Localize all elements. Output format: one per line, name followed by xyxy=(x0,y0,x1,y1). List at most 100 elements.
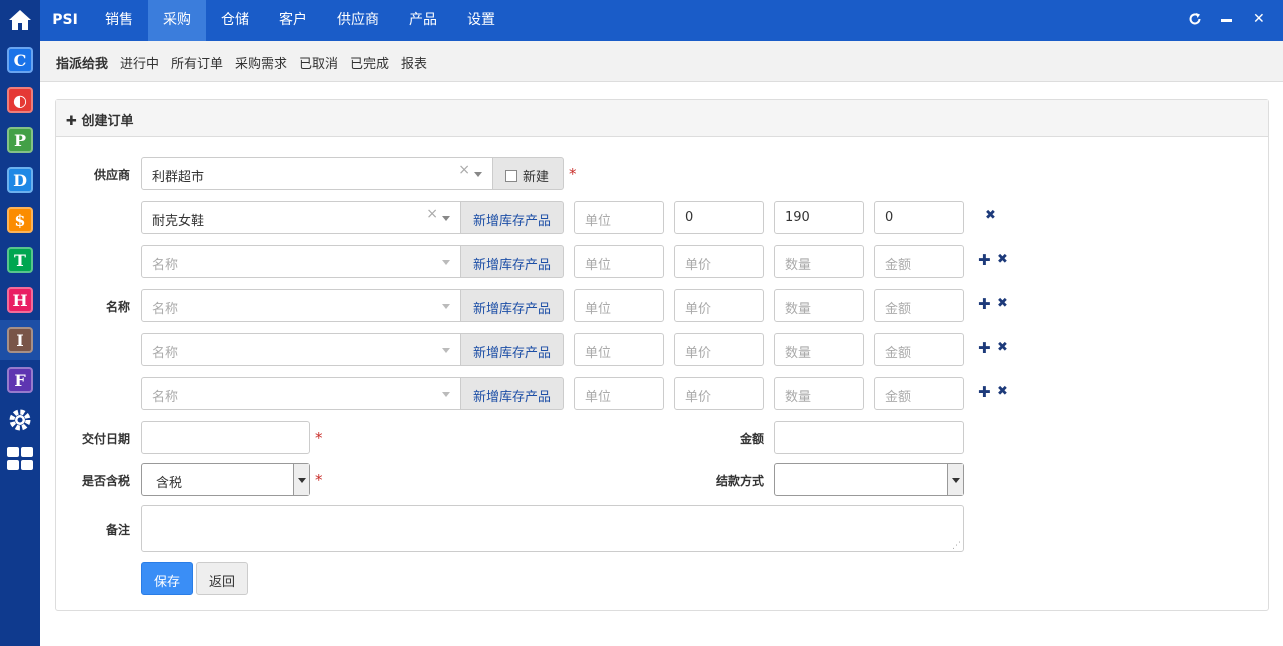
unit-input[interactable]: 单位 xyxy=(574,245,664,278)
product-select[interactable]: 耐克女鞋 × xyxy=(141,201,461,234)
close-icon[interactable]: ✕ xyxy=(1253,11,1265,27)
amount-cell-input[interactable]: 0 xyxy=(874,201,964,234)
payment-select[interactable] xyxy=(774,463,964,496)
product-select[interactable]: 名称 xyxy=(141,333,461,366)
new-supplier-toggle[interactable]: 新建 xyxy=(492,157,564,190)
product-select[interactable]: 名称 xyxy=(141,245,461,278)
refresh-icon[interactable] xyxy=(1188,12,1202,30)
product-select-text: 耐克女鞋 xyxy=(152,214,205,229)
app-icon-7[interactable]: H xyxy=(7,287,33,313)
app-icon-4[interactable]: D xyxy=(7,167,33,193)
remove-row-icon[interactable]: ✖ xyxy=(997,296,1008,311)
new-label: 新建 xyxy=(523,170,550,185)
nav-purchase[interactable]: 采购 xyxy=(148,0,206,41)
subnav-completed[interactable]: 已完成 xyxy=(350,53,389,72)
price-input-text: 0 xyxy=(685,210,694,225)
unit-input[interactable]: 单位 xyxy=(574,289,664,322)
chevron-down-icon[interactable] xyxy=(293,464,309,495)
tax-select[interactable]: 含税 xyxy=(141,463,310,496)
add-stock-product-button[interactable]: 新增库存产品 xyxy=(460,333,564,366)
add-stock-product-button[interactable]: 新增库存产品 xyxy=(460,377,564,410)
app-icon-1[interactable]: C xyxy=(7,47,33,73)
nav-supplier[interactable]: 供应商 xyxy=(322,0,394,41)
add-row-icon[interactable]: ✚ xyxy=(978,383,991,401)
price-input[interactable]: 单价 xyxy=(674,245,764,278)
subnav-in-progress[interactable]: 进行中 xyxy=(120,53,159,72)
amount-cell-input[interactable]: 金额 xyxy=(874,333,964,366)
gear-icon[interactable] xyxy=(7,407,33,437)
qty-input[interactable]: 190 xyxy=(774,201,864,234)
app-icon-2[interactable]: ◐ xyxy=(7,87,33,113)
delivery-date-input[interactable] xyxy=(141,421,310,454)
add-row-icon[interactable]: ✚ xyxy=(978,251,991,269)
add-stock-product-button[interactable]: 新增库存产品 xyxy=(460,201,564,234)
panel-title: 创建订单 xyxy=(81,114,134,129)
price-input-text: 单价 xyxy=(685,346,712,361)
chevron-down-icon xyxy=(442,216,450,221)
subnav-all-orders[interactable]: 所有订单 xyxy=(171,53,223,72)
remove-row-icon[interactable]: ✖ xyxy=(997,252,1008,267)
remark-textarea[interactable]: ⋰ xyxy=(141,505,964,552)
price-input[interactable]: 单价 xyxy=(674,377,764,410)
subnav-cancelled[interactable]: 已取消 xyxy=(299,53,338,72)
add-row-icon[interactable]: ✚ xyxy=(978,339,991,357)
add-stock-product-button-text: 新增库存产品 xyxy=(473,258,552,273)
subnav-requirements[interactable]: 采购需求 xyxy=(235,53,287,72)
remove-row-icon[interactable]: ✖ xyxy=(985,208,996,223)
nav-settings[interactable]: 设置 xyxy=(452,0,510,41)
price-input[interactable]: 0 xyxy=(674,201,764,234)
add-row-icon[interactable]: ✚ xyxy=(978,295,991,313)
checkbox-icon[interactable] xyxy=(505,170,517,182)
subnav-reports[interactable]: 报表 xyxy=(401,53,427,72)
supplier-value: 利群超市 xyxy=(152,170,205,185)
app-icon-8[interactable]: I xyxy=(7,327,33,353)
unit-input[interactable]: 单位 xyxy=(574,377,664,410)
app-icon-5[interactable]: $ xyxy=(7,207,33,233)
qty-input[interactable]: 数量 xyxy=(774,333,864,366)
qty-input[interactable]: 数量 xyxy=(774,289,864,322)
amount-cell-input-text: 金额 xyxy=(885,258,912,273)
minimize-icon[interactable] xyxy=(1221,19,1232,22)
app-icon-9[interactable]: F xyxy=(7,367,33,393)
nav-warehouse[interactable]: 仓储 xyxy=(206,0,264,41)
amount-cell-input[interactable]: 金额 xyxy=(874,245,964,278)
add-stock-product-button-text: 新增库存产品 xyxy=(473,214,552,229)
unit-input-text: 单位 xyxy=(585,390,612,405)
clear-icon[interactable]: × xyxy=(426,206,438,222)
qty-input[interactable]: 数量 xyxy=(774,377,864,410)
product-select[interactable]: 名称 xyxy=(141,377,461,410)
save-button[interactable]: 保存 xyxy=(141,562,193,595)
product-select[interactable]: 名称 xyxy=(141,289,461,322)
nav-customer[interactable]: 客户 xyxy=(264,0,322,41)
subnav-assigned[interactable]: 指派给我 xyxy=(56,53,108,72)
unit-input[interactable]: 单位 xyxy=(574,201,664,234)
add-stock-product-button[interactable]: 新增库存产品 xyxy=(460,289,564,322)
home-icon[interactable] xyxy=(0,0,40,40)
amount-input[interactable] xyxy=(774,421,964,454)
qty-input[interactable]: 数量 xyxy=(774,245,864,278)
amount-cell-input[interactable]: 金额 xyxy=(874,289,964,322)
back-button[interactable]: 返回 xyxy=(196,562,248,595)
resize-handle-icon[interactable]: ⋰ xyxy=(952,541,961,551)
unit-input[interactable]: 单位 xyxy=(574,333,664,366)
clear-icon[interactable]: × xyxy=(458,162,470,178)
price-input[interactable]: 单价 xyxy=(674,289,764,322)
chevron-down-icon[interactable] xyxy=(947,464,963,495)
items-name-label: 名称 xyxy=(105,300,130,314)
grid-icon[interactable] xyxy=(7,447,33,475)
remove-row-icon[interactable]: ✖ xyxy=(997,384,1008,399)
nav-sales[interactable]: 销售 xyxy=(90,0,148,41)
unit-input-text: 单位 xyxy=(585,214,612,229)
amount-cell-input[interactable]: 金额 xyxy=(874,377,964,410)
add-stock-product-button[interactable]: 新增库存产品 xyxy=(460,245,564,278)
amount-cell-input-text: 金额 xyxy=(885,346,912,361)
remove-row-icon[interactable]: ✖ xyxy=(997,340,1008,355)
nav-product[interactable]: 产品 xyxy=(394,0,452,41)
supplier-select[interactable]: 利群超市 × xyxy=(141,157,493,190)
app-icon-6[interactable]: T xyxy=(7,247,33,273)
brand-logo[interactable]: PSI xyxy=(40,0,90,41)
price-input[interactable]: 单价 xyxy=(674,333,764,366)
tax-value: 含税 xyxy=(156,476,183,491)
app-icon-3[interactable]: P xyxy=(7,127,33,153)
amount-cell-input-text: 金额 xyxy=(885,302,912,317)
